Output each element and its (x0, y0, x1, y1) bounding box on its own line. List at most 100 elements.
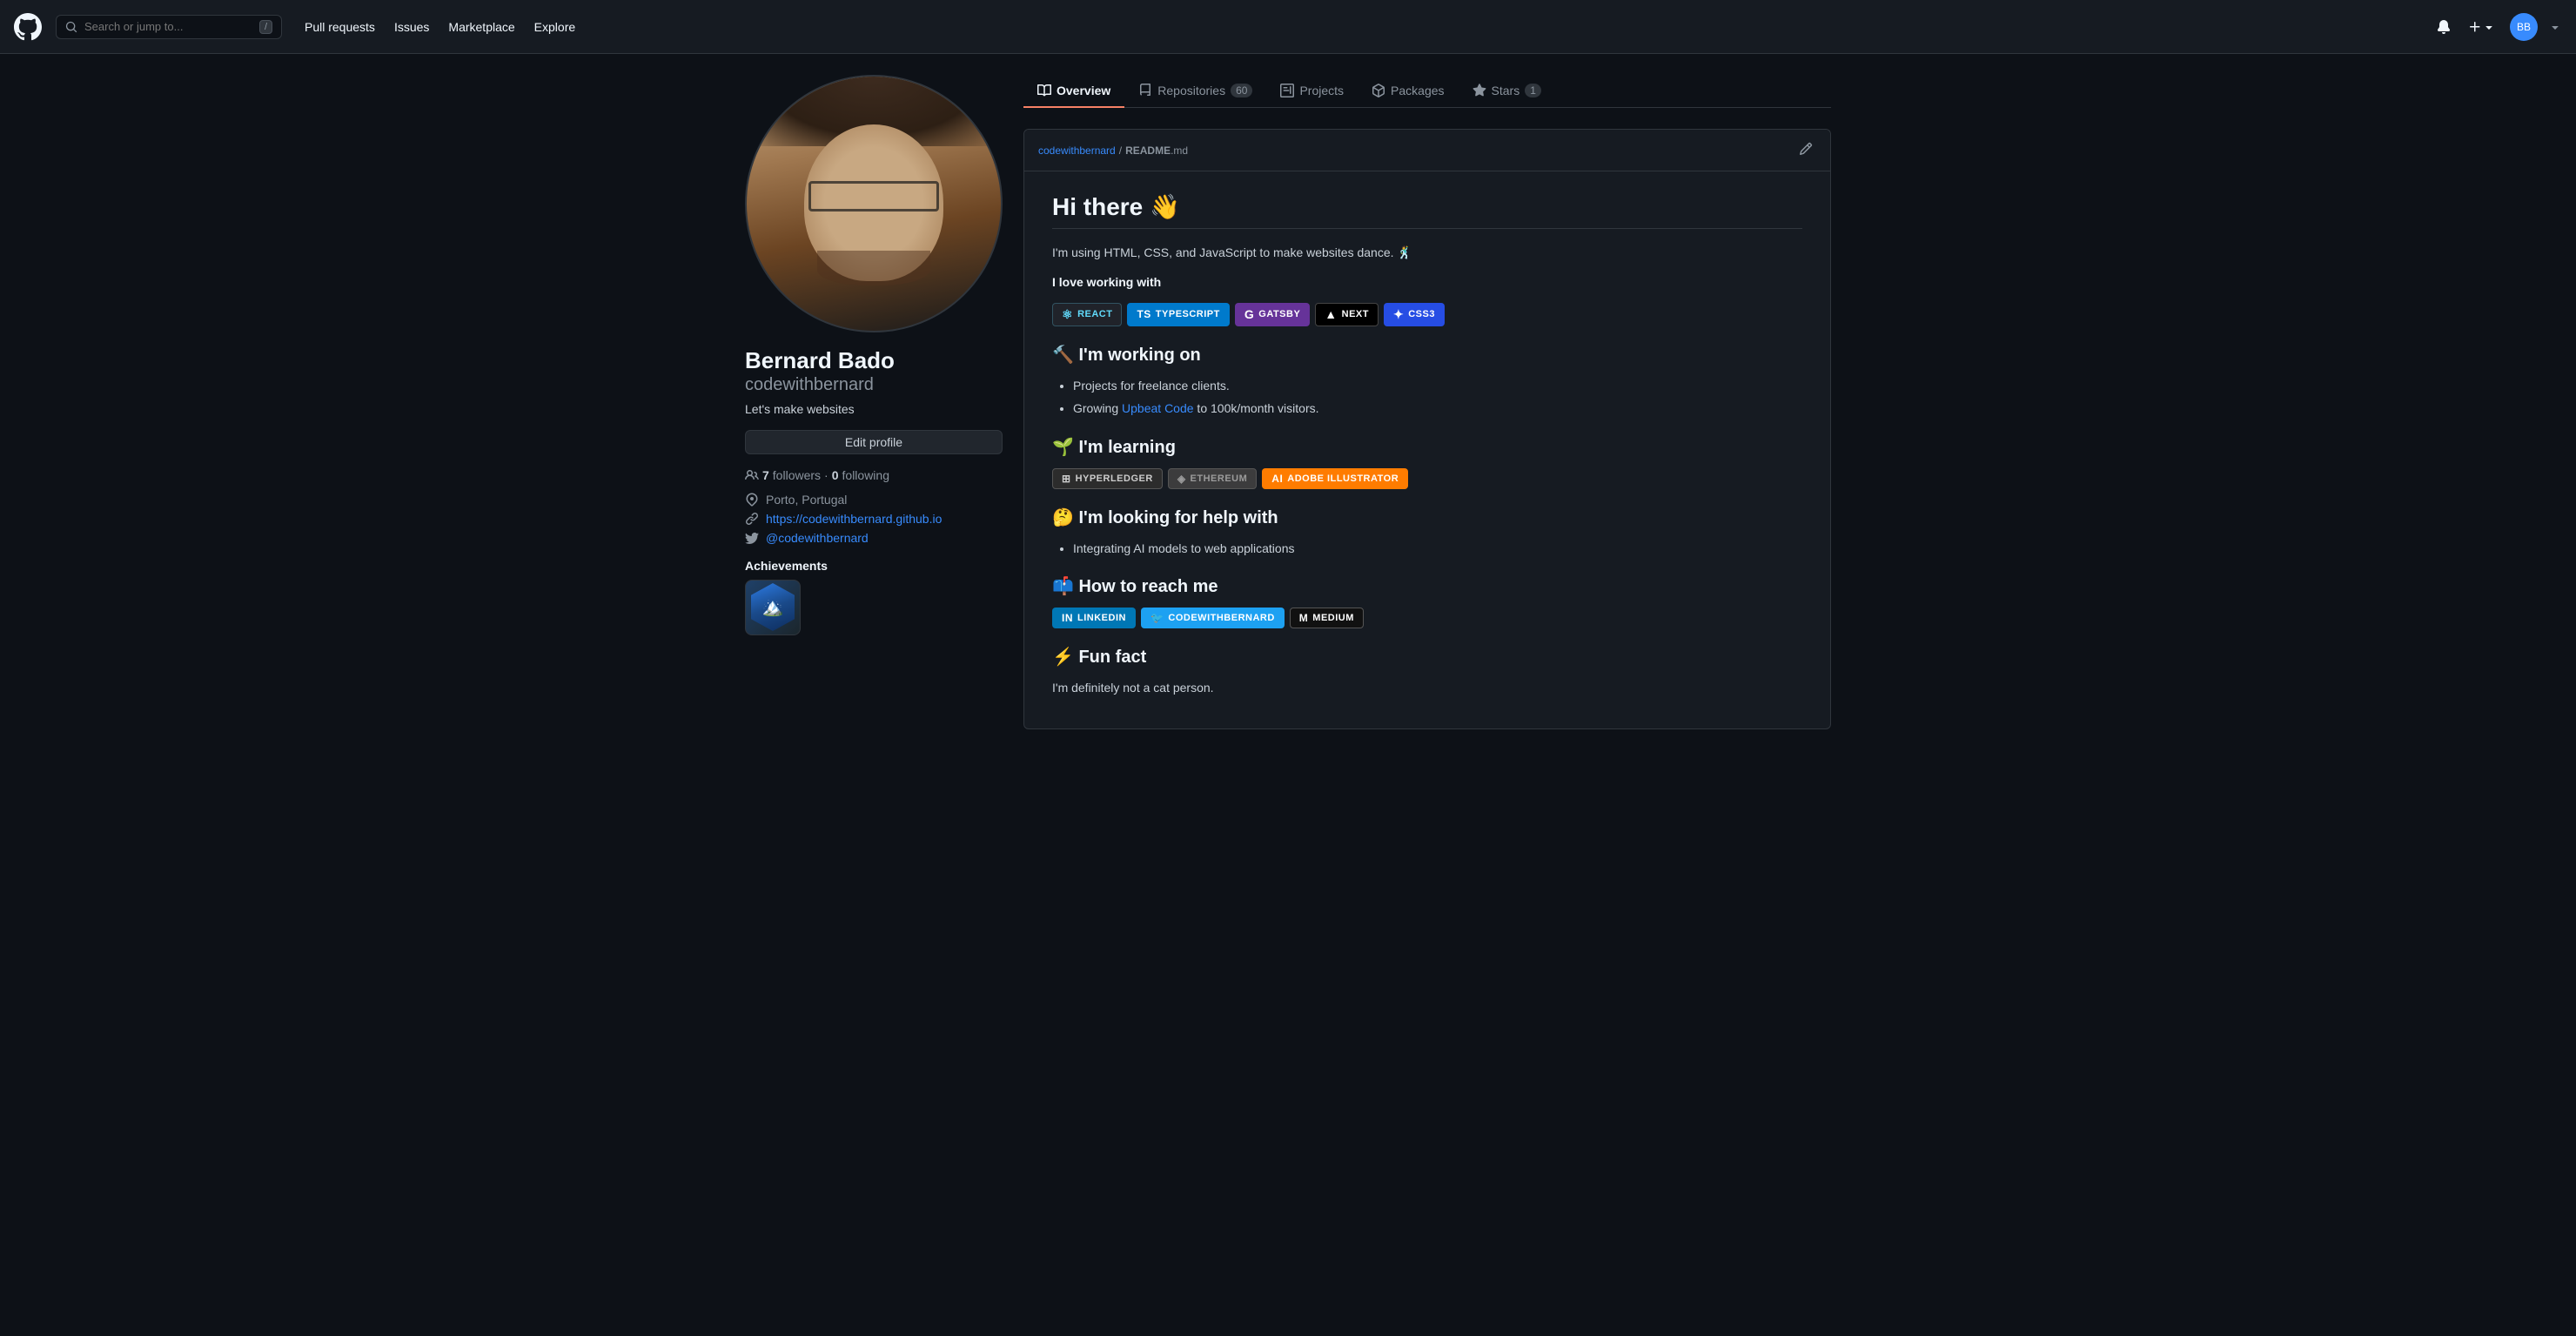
nav-issues[interactable]: Issues (386, 15, 438, 39)
help-item-1: Integrating AI models to web application… (1073, 539, 1802, 558)
love-badges: ⚛ REACT TS TYPESCRIPT G GATSBY ▲ NEXT (1052, 303, 1802, 326)
badge-gatsby: G GATSBY (1235, 303, 1310, 326)
working-item-1: Projects for freelance clients. (1073, 376, 1802, 395)
tab-packages[interactable]: Packages (1358, 75, 1458, 108)
website-link[interactable]: https://codewithbernard.github.io (766, 512, 942, 526)
user-avatar-nav[interactable]: BB (2510, 13, 2538, 41)
star-icon (1472, 84, 1486, 97)
user-bio: Let's make websites (745, 402, 1003, 416)
badge-typescript: TS TYPESCRIPT (1127, 303, 1229, 326)
readme-breadcrumb: codewithbernard / README.md (1038, 144, 1188, 157)
readme-card: codewithbernard / README.md Hi there 👋 I… (1023, 129, 1831, 729)
readme-intro: I'm using HTML, CSS, and JavaScript to m… (1052, 243, 1802, 262)
gatsby-icon: G (1244, 307, 1254, 321)
badge-medium: M MEDIUM (1290, 608, 1364, 628)
readme-working-list: Projects for freelance clients. Growing … (1052, 376, 1802, 419)
badge-react: ⚛ REACT (1052, 303, 1122, 326)
followers-count[interactable]: 7 (762, 468, 769, 482)
tab-packages-label: Packages (1391, 84, 1444, 97)
location-icon (745, 493, 759, 507)
repo-icon (1138, 84, 1152, 97)
main-content: Overview Repositories 60 Projects Pa (1023, 75, 1831, 729)
followers-label: followers (773, 468, 821, 482)
search-bar[interactable]: / (56, 15, 282, 39)
following-count[interactable]: 0 (832, 468, 839, 482)
css3-icon: ✦ (1393, 307, 1404, 322)
tab-projects-label: Projects (1299, 84, 1344, 97)
tab-stars[interactable]: Stars 1 (1459, 75, 1555, 108)
tab-repositories-count: 60 (1231, 84, 1252, 97)
medium-icon: M (1299, 612, 1309, 624)
react-icon: ⚛ (1062, 307, 1073, 322)
project-icon (1280, 84, 1294, 97)
create-button[interactable] (2465, 17, 2499, 37)
page-container: 😊 Bernard Bado codewithbernard Let's mak… (731, 54, 1845, 750)
nav-pull-requests[interactable]: Pull requests (296, 15, 384, 39)
readme-love-label: I love working with (1052, 272, 1802, 292)
tab-overview-label: Overview (1057, 84, 1110, 97)
navbar: / Pull requests Issues Marketplace Explo… (0, 0, 2576, 54)
achievements-section: Achievements 🏔️ (745, 559, 1003, 635)
profile-tabs: Overview Repositories 60 Projects Pa (1023, 75, 1831, 108)
bell-icon (2437, 20, 2451, 34)
nav-marketplace[interactable]: Marketplace (439, 15, 523, 39)
achievement-badge[interactable]: 🏔️ (745, 580, 801, 635)
badge-linkedin: in LINKEDIN (1052, 608, 1136, 628)
badge-ethereum: ◈ ETHEREUM (1168, 468, 1257, 489)
readme-learning-heading: 🌱 I'm learning (1052, 436, 1802, 458)
sidebar-meta: Porto, Portugal https://codewithbernard.… (745, 493, 1003, 545)
nav-explore[interactable]: Explore (526, 15, 584, 39)
twitter-link[interactable]: @codewithbernard (766, 531, 869, 545)
tab-repositories-label: Repositories (1157, 84, 1225, 97)
search-kbd: / (259, 20, 272, 34)
search-icon (65, 21, 77, 33)
next-icon: ▲ (1325, 307, 1337, 321)
people-icon (745, 468, 759, 482)
avatar-emoji: 😊 (966, 296, 994, 324)
readme-funfact-heading: ⚡ Fun fact (1052, 646, 1802, 668)
navbar-links: Pull requests Issues Marketplace Explore (296, 15, 2419, 39)
plus-icon (2468, 20, 2482, 34)
readme-user-link[interactable]: codewithbernard (1038, 144, 1116, 157)
ai-icon: Ai (1271, 473, 1283, 485)
readme-edit-button[interactable] (1795, 138, 1816, 162)
twitter-icon (745, 531, 759, 545)
upbeat-code-link[interactable]: Upbeat Code (1122, 401, 1194, 415)
website-item: https://codewithbernard.github.io (745, 512, 1003, 526)
package-icon (1372, 84, 1385, 97)
readme-funfact-text: I'm definitely not a cat person. (1052, 678, 1802, 697)
twitter-badge-icon: 🐦 (1150, 612, 1164, 624)
user-full-name: Bernard Bado (745, 346, 1003, 375)
hyperledger-icon: ⊞ (1062, 473, 1071, 485)
badge-adobe-illustrator: Ai ADOBE ILLUSTRATOR (1262, 468, 1408, 489)
user-handle: codewithbernard (745, 375, 1003, 395)
location-text: Porto, Portugal (766, 493, 847, 507)
profile-avatar: 😊 (745, 75, 1003, 332)
readme-working-heading: 🔨 I'm working on (1052, 344, 1802, 366)
tab-projects[interactable]: Projects (1266, 75, 1358, 108)
badge-css3: ✦ CSS3 (1384, 303, 1445, 326)
linkedin-icon: in (1062, 612, 1073, 624)
chevron-down-small-icon (2548, 20, 2562, 34)
badge-next: ▲ NEXT (1315, 303, 1379, 326)
tab-stars-label: Stars (1492, 84, 1520, 97)
notifications-button[interactable] (2433, 17, 2454, 37)
readme-help-heading: 🤔 I'm looking for help with (1052, 507, 1802, 528)
twitter-item: @codewithbernard (745, 531, 1003, 545)
readme-body: Hi there 👋 I'm using HTML, CSS, and Java… (1024, 171, 1830, 728)
profile-sidebar: 😊 Bernard Bado codewithbernard Let's mak… (745, 75, 1003, 729)
book-icon (1037, 84, 1051, 97)
badge-twitter: 🐦 CODEWITHBERNARD (1141, 608, 1285, 628)
following-label: following (842, 468, 889, 482)
edit-profile-button[interactable]: Edit profile (745, 430, 1003, 454)
ethereum-icon: ◈ (1177, 473, 1186, 485)
badge-hyperledger: ⊞ HYPERLEDGER (1052, 468, 1163, 489)
reach-badges: in LINKEDIN 🐦 CODEWITHBERNARD M MEDIUM (1052, 608, 1802, 628)
readme-filename: README.md (1125, 144, 1188, 157)
tab-repositories[interactable]: Repositories 60 (1124, 75, 1266, 108)
tab-stars-count: 1 (1525, 84, 1541, 97)
github-logo[interactable] (14, 13, 42, 41)
search-input[interactable] (84, 20, 252, 33)
tab-overview[interactable]: Overview (1023, 75, 1124, 108)
badge-inner: 🏔️ (751, 583, 795, 631)
